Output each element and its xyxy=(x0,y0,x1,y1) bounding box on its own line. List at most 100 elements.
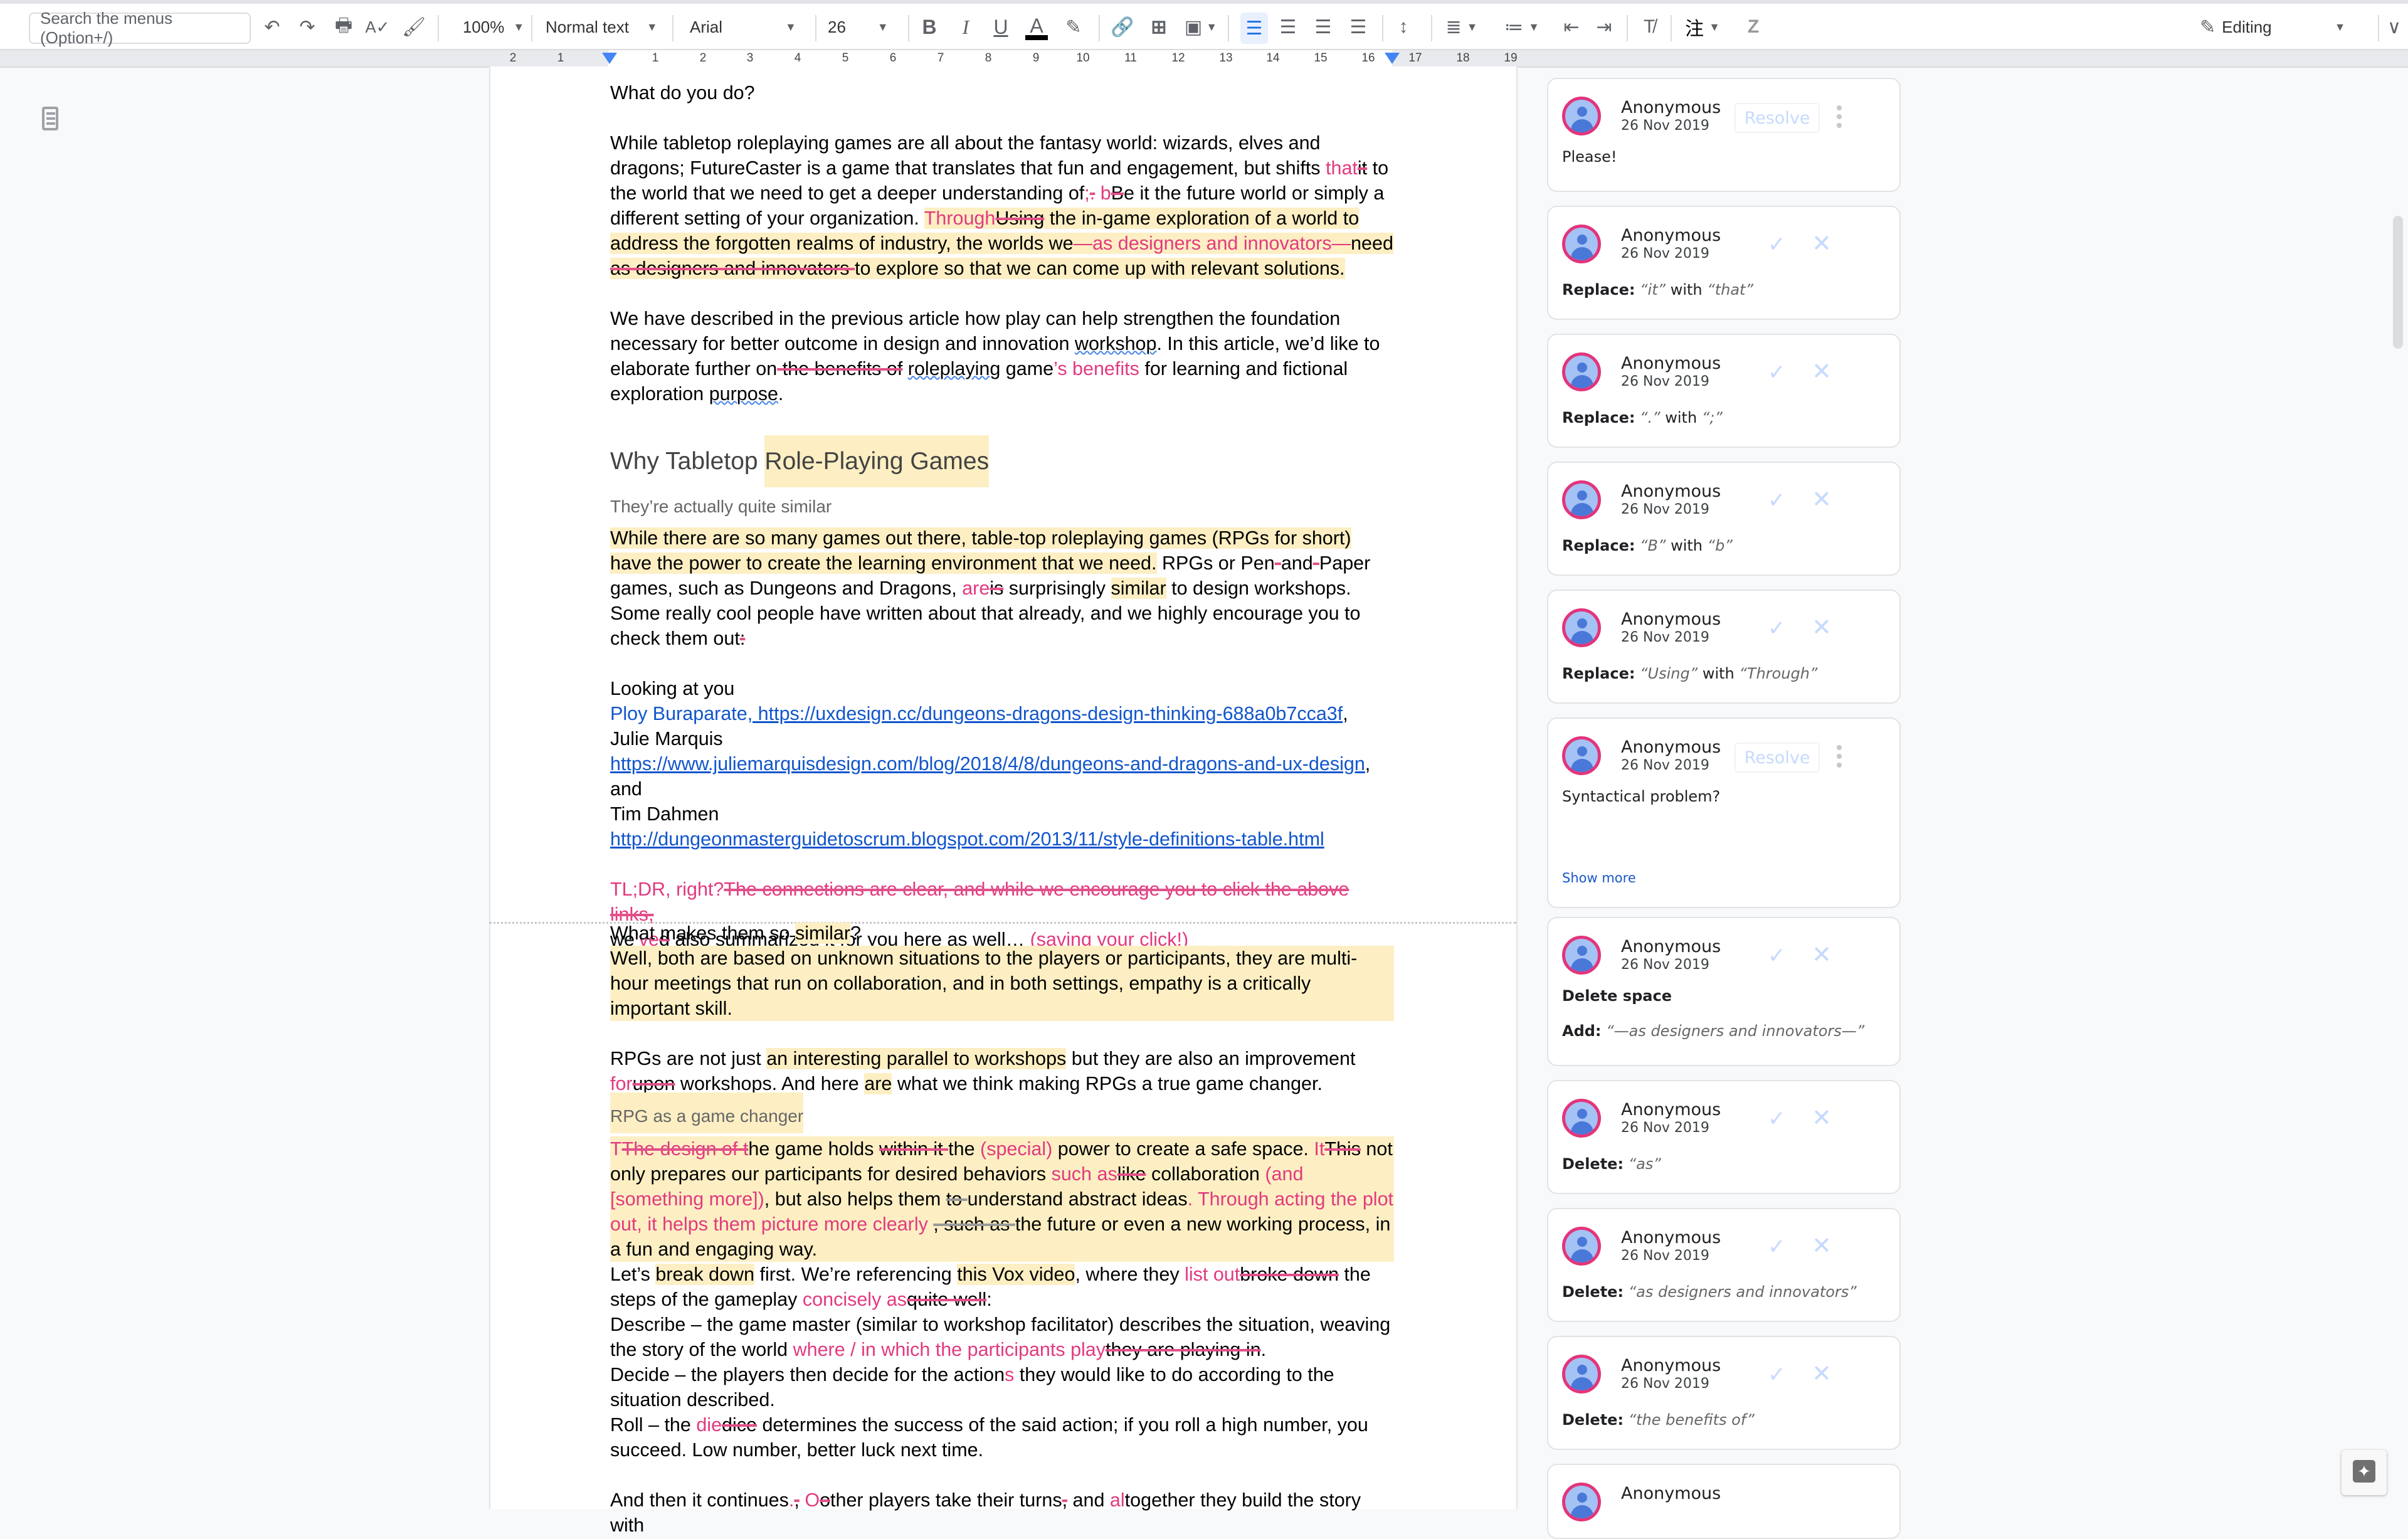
reference-link[interactable]: https://www.juliemarquisdesign.com/blog/… xyxy=(610,753,1365,775)
explore-button[interactable]: ✦ xyxy=(2342,1450,2387,1495)
paint-format-icon[interactable]: 🖌 xyxy=(401,4,426,50)
reject-suggestion-icon[interactable]: ✕ xyxy=(1812,485,1832,514)
suggestion-card[interactable]: Anonymous 26 Nov 2019 ✓ ✕ Delete: “as” xyxy=(1547,1080,1901,1194)
suggested-insertion[interactable]: —as designers and innovators— xyxy=(1074,233,1351,254)
suggested-insertion[interactable]: al xyxy=(1110,1489,1125,1511)
reject-suggestion-icon[interactable]: ✕ xyxy=(1812,1360,1832,1388)
suggested-deletion[interactable]: as designers and innovators xyxy=(610,258,855,279)
accept-suggestion-icon[interactable]: ✓ xyxy=(1768,488,1786,513)
line-spacing-icon[interactable]: ↕ xyxy=(1390,4,1417,50)
suggested-deletion[interactable]: , xyxy=(794,1489,799,1511)
zoom-select[interactable]: 100% ▼ xyxy=(453,4,534,50)
search-menus-input[interactable]: Search the menus (Option+/) xyxy=(29,9,251,47)
reject-suggestion-icon[interactable]: ✕ xyxy=(1812,1104,1832,1132)
document-body[interactable]: What do you do? While tabletop roleplayi… xyxy=(610,80,1394,952)
reject-suggestion-icon[interactable]: ✕ xyxy=(1812,357,1832,386)
suggested-deletion[interactable]: dice xyxy=(722,1414,757,1436)
suggested-insertion[interactable]: ; xyxy=(1084,182,1089,204)
suggested-deletion[interactable]: Using xyxy=(995,208,1044,229)
suggestion-card[interactable]: Anonymous 26 Nov 2019 ✓ ✕ Replace: “Using” w… xyxy=(1547,590,1901,704)
align-right-icon[interactable]: ☰ xyxy=(1309,4,1337,50)
suggested-deletion[interactable]: : xyxy=(740,628,745,649)
suggested-deletion[interactable]: broke down xyxy=(1240,1264,1339,1285)
accept-suggestion-icon[interactable]: ✓ xyxy=(1768,1106,1786,1131)
accept-suggestion-icon[interactable]: ✓ xyxy=(1768,232,1786,257)
ruler[interactable]: 2 1 1 2 3 4 5 6 7 8 9 10 11 12 13 14 15 16 17 18 19 xyxy=(0,50,2408,68)
more-options-icon[interactable] xyxy=(1837,745,1843,773)
clear-formatting-icon[interactable]: T̸ xyxy=(1635,4,1663,50)
justify-icon[interactable]: ☰ xyxy=(1344,4,1372,50)
reference-link[interactable]: http://dungeonmasterguidetoscrum.blogspo… xyxy=(610,828,1324,850)
suggestion-card[interactable]: Anonymous 26 Nov 2019 ✓ ✕ Delete: “as design… xyxy=(1547,1208,1901,1322)
suggested-deletion[interactable]: - xyxy=(1313,553,1319,574)
suggested-deletion[interactable]: they are playing in xyxy=(1106,1339,1261,1360)
suggestion-card[interactable]: Anonymous 26 Nov 2019 ✓ ✕ Replace: “.” with … xyxy=(1547,334,1901,448)
suggested-insertion[interactable]: T xyxy=(610,1138,622,1160)
bulleted-list-icon[interactable]: ≔ ▼ xyxy=(1500,4,1544,50)
suggested-insertion[interactable]: list out xyxy=(1185,1264,1240,1285)
suggestion-card[interactable]: Anonymous 26 Nov 2019 ✓ ✕ Delete: “the benef… xyxy=(1547,1336,1901,1450)
suggested-deletion[interactable]: - xyxy=(1275,553,1281,574)
suggested-deletion[interactable]: it xyxy=(1358,157,1367,179)
font-select[interactable]: Arial ▼ xyxy=(690,4,809,50)
suggested-deletion[interactable]: the benefits of xyxy=(777,358,903,379)
reject-suggestion-icon[interactable]: ✕ xyxy=(1812,230,1832,258)
comment-card[interactable]: Anonymous 26 Nov 2019 Resolve Syntactical p… xyxy=(1547,717,1901,908)
suggested-insertion[interactable]: such as xyxy=(1052,1163,1117,1185)
suggested-deletion[interactable]: o xyxy=(820,1489,830,1511)
numbered-list-icon[interactable]: ≣ ▼ xyxy=(1440,4,1484,50)
suggested-deletion[interactable]: upon xyxy=(633,1073,675,1094)
suggested-insertion[interactable]: concisely as xyxy=(803,1289,907,1310)
suggested-insertion[interactable]: b xyxy=(1101,182,1111,204)
more-options-icon[interactable] xyxy=(1837,105,1843,133)
undo-icon[interactable]: ↶ xyxy=(260,4,285,50)
redo-icon[interactable]: ↷ xyxy=(295,4,320,50)
align-left-icon[interactable]: ☰ xyxy=(1240,13,1268,44)
link-icon[interactable]: 🔗 xyxy=(1109,4,1136,50)
italic-icon[interactable]: I xyxy=(952,4,980,50)
suggested-insertion[interactable]: where / in which the participants play xyxy=(793,1339,1106,1360)
accept-suggestion-icon[interactable]: ✓ xyxy=(1768,943,1786,968)
suggested-deletion[interactable]: , such as xyxy=(933,1214,1015,1235)
accept-suggestion-icon[interactable]: ✓ xyxy=(1768,1362,1786,1387)
reject-suggestion-icon[interactable]: ✕ xyxy=(1812,613,1832,642)
accept-suggestion-icon[interactable]: ✓ xyxy=(1768,616,1786,641)
suggested-deletion[interactable]: is xyxy=(990,578,1003,599)
show-more-link[interactable]: Show more xyxy=(1562,870,1636,886)
style-select[interactable]: Normal text ▼ xyxy=(546,4,665,50)
suggested-deletion[interactable]: , xyxy=(1062,1489,1067,1511)
resolve-button[interactable]: Resolve xyxy=(1735,103,1820,133)
document-body-page-2[interactable]: What makes them so similar? Well, both a… xyxy=(610,921,1394,1538)
suggested-deletion[interactable]: This xyxy=(1324,1138,1361,1160)
suggested-deletion[interactable]: quite well xyxy=(907,1289,986,1310)
spellcheck-icon[interactable]: A✓ xyxy=(365,4,390,50)
reject-suggestion-icon[interactable]: ✕ xyxy=(1812,941,1832,969)
print-icon[interactable]: 🖶 xyxy=(331,4,356,50)
reference-link[interactable]: , https://uxdesign.cc/dungeons-dragons-d… xyxy=(747,703,1343,724)
align-center-icon[interactable]: ☰ xyxy=(1274,4,1302,50)
comment-card[interactable]: Anonymous xyxy=(1547,1464,1901,1539)
accept-suggestion-icon[interactable]: ✓ xyxy=(1768,1234,1786,1259)
increase-indent-icon[interactable]: ⇥ xyxy=(1590,4,1618,50)
scrollbar[interactable] xyxy=(2393,216,2403,349)
suggested-insertion[interactable]: die xyxy=(696,1414,722,1436)
suggested-insertion[interactable]: (special) xyxy=(980,1138,1052,1160)
suggested-insertion[interactable]: Through xyxy=(924,208,996,229)
text-color-icon[interactable]: A xyxy=(1021,4,1052,50)
suggestion-card[interactable]: Anonymous 26 Nov 2019 ✓ ✕ Replace: “B” with … xyxy=(1547,462,1901,576)
suggested-insertion[interactable]: It xyxy=(1314,1138,1324,1160)
accept-suggestion-icon[interactable]: ✓ xyxy=(1768,360,1786,385)
suggested-insertion[interactable]: TL;DR, right? xyxy=(610,879,724,900)
suggested-insertion[interactable]: for xyxy=(610,1073,633,1094)
decrease-indent-icon[interactable]: ⇤ xyxy=(1558,4,1585,50)
reject-suggestion-icon[interactable]: ✕ xyxy=(1812,1232,1832,1260)
add-comment-icon[interactable]: ⊞ xyxy=(1145,4,1173,50)
image-icon[interactable]: ▣ ▼ xyxy=(1179,4,1223,50)
suggestion-card[interactable]: Anonymous 26 Nov 2019 ✓ ✕ Replace: “it” with… xyxy=(1547,206,1901,320)
document-outline-icon[interactable] xyxy=(42,107,58,130)
bold-icon[interactable]: B xyxy=(916,4,943,50)
suggested-deletion[interactable]: like xyxy=(1117,1163,1146,1185)
suggested-deletion[interactable]: B xyxy=(1111,182,1124,204)
resolve-button[interactable]: Resolve xyxy=(1735,743,1820,773)
suggested-deletion[interactable]: within it xyxy=(879,1138,948,1160)
